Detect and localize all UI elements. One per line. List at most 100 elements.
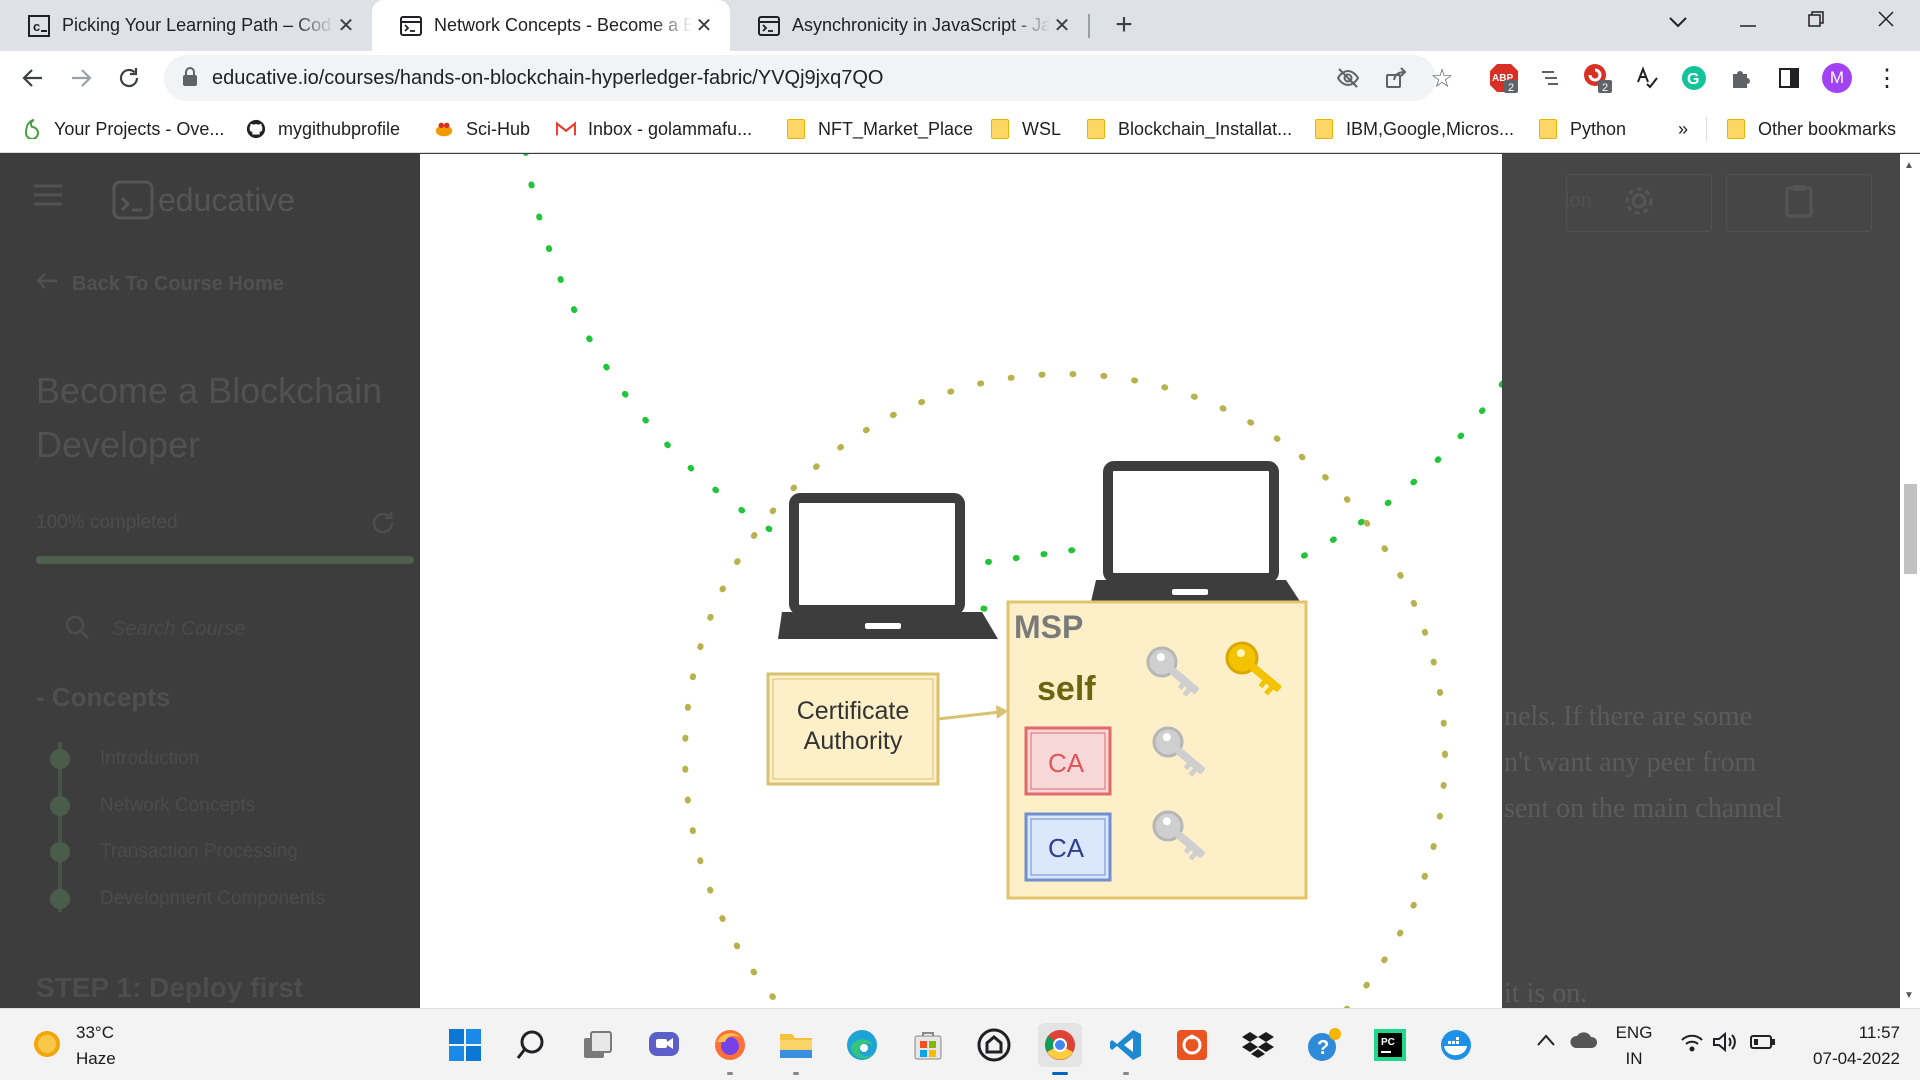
back-arrow-icon[interactable]: [14, 59, 52, 97]
close-tab-icon[interactable]: ✕: [334, 13, 358, 38]
windows-taskbar: 33°C Haze ? PC ENG IN 11:57 07-04-2022: [0, 1008, 1920, 1080]
settings-button[interactable]: [1566, 174, 1712, 232]
brand-name: educative: [158, 181, 295, 218]
address-bar[interactable]: educative.io/courses/hands-on-blockchain…: [164, 55, 1454, 101]
msp-label: MSP: [1014, 609, 1083, 645]
windows-start-icon[interactable]: [443, 1023, 487, 1067]
teams-chat-icon[interactable]: [642, 1023, 686, 1067]
github-desktop-icon[interactable]: [972, 1023, 1016, 1067]
section-title-concepts[interactable]: - Concepts: [36, 682, 170, 713]
extensions-puzzle-icon[interactable]: [1724, 61, 1758, 95]
course-title: Become a Blockchain Developer: [36, 364, 382, 472]
tab-list-icon[interactable]: [1533, 61, 1567, 95]
file-explorer-icon[interactable]: [774, 1023, 818, 1075]
scroll-up-arrow-icon[interactable]: ▲: [1904, 160, 1914, 171]
spellcheck-icon[interactable]: [1630, 61, 1664, 95]
bookmark-star-icon[interactable]: ☆: [1428, 64, 1456, 92]
docker-icon[interactable]: [1434, 1023, 1478, 1067]
dropbox-icon[interactable]: [1236, 1023, 1280, 1067]
wifi-icon[interactable]: [1680, 1033, 1704, 1058]
tab-picking-learning-path[interactable]: c Picking Your Learning Path – Cod ✕: [0, 0, 372, 51]
battery-icon[interactable]: [1750, 1034, 1776, 1055]
lesson-text-partial: nels. If there are some n't want any pee…: [1504, 694, 1782, 832]
weather-sun-icon[interactable]: [32, 1029, 62, 1064]
volume-icon[interactable]: [1712, 1031, 1738, 1058]
bookmark-folder-wsl[interactable]: WSL: [990, 105, 1061, 153]
chevron-up-icon[interactable]: [1536, 1033, 1556, 1052]
microsoft-store-icon[interactable]: [906, 1023, 950, 1067]
bookmarks-overflow-button[interactable]: »: [1678, 105, 1688, 153]
adblock-plus-icon[interactable]: ABP 2: [1487, 61, 1521, 95]
restore-button[interactable]: [1786, 0, 1846, 44]
onedrive-cloud-icon[interactable]: [1570, 1031, 1598, 1054]
hamburger-menu-icon[interactable]: [34, 184, 62, 211]
bookmark-label: NFT_Market_Place: [818, 118, 974, 139]
reset-progress-icon[interactable]: [370, 510, 396, 541]
edge-icon[interactable]: [840, 1023, 884, 1067]
language-region[interactable]: IN: [1612, 1049, 1656, 1069]
firefox-icon[interactable]: [708, 1023, 752, 1075]
search-placeholder: Search Course: [112, 618, 246, 640]
grammarly-icon[interactable]: G: [1677, 61, 1711, 95]
search-course-field[interactable]: Search Course: [64, 614, 245, 645]
weather-temperature[interactable]: 33°C: [76, 1023, 114, 1043]
eye-off-icon[interactable]: [1334, 64, 1362, 92]
sidebar-item-development-components[interactable]: Development Components: [50, 888, 325, 910]
forward-arrow-icon[interactable]: [62, 59, 100, 97]
sidebar-item-network-concepts[interactable]: Network Concepts: [50, 795, 255, 817]
folder-icon: [1314, 119, 1334, 139]
scroll-down-arrow-icon[interactable]: ▼: [1904, 990, 1914, 1001]
bookmark-folder-nft-market-place[interactable]: NFT_Market_Place: [786, 105, 973, 153]
bookmark-other-bookmarks[interactable]: Other bookmarks: [1726, 105, 1896, 153]
bookmark-your-projects[interactable]: Your Projects - Ove...: [22, 105, 224, 153]
clock-date[interactable]: 07-04-2022: [1780, 1049, 1900, 1069]
reload-icon[interactable]: [110, 59, 148, 97]
pycharm-icon[interactable]: PC: [1368, 1023, 1412, 1067]
course-title-line: Become a Blockchain: [36, 370, 383, 411]
close-tab-icon[interactable]: ✕: [692, 13, 716, 38]
bookmark-label: Python: [1570, 118, 1627, 139]
bookmark-mygithubprofile[interactable]: mygithubprofile: [246, 105, 400, 153]
sidebar-item-transaction-processing[interactable]: Transaction Processing: [50, 841, 298, 863]
task-view-icon[interactable]: [576, 1023, 620, 1067]
bookmark-folder-blockchain-installation[interactable]: Blockchain_Installat...: [1086, 105, 1292, 153]
ubuntu-icon[interactable]: [1170, 1023, 1214, 1067]
weather-condition[interactable]: Haze: [76, 1049, 116, 1069]
laptop-icon: [778, 493, 998, 639]
clock-time[interactable]: 11:57: [1780, 1023, 1900, 1043]
bookmark-sci-hub[interactable]: Sci-Hub: [434, 105, 530, 153]
chrome-icon[interactable]: [1038, 1023, 1082, 1075]
share-icon[interactable]: [1382, 64, 1410, 92]
url-text[interactable]: educative.io/courses/hands-on-blockchain…: [212, 67, 883, 90]
new-tab-button[interactable]: +: [1104, 6, 1144, 46]
tab-network-concepts[interactable]: Network Concepts - Become a Bl ✕: [372, 0, 730, 51]
running-indicator: [727, 1072, 733, 1075]
sidebar-item-introduction[interactable]: Introduction: [50, 748, 199, 770]
bookmark-folder-python[interactable]: Python: [1538, 105, 1626, 153]
bookmark-folder-ibm-google-microsoft[interactable]: IBM,Google,Micros...: [1314, 105, 1514, 153]
extension-red-icon[interactable]: 2: [1581, 61, 1615, 95]
profile-avatar[interactable]: M: [1820, 61, 1854, 95]
scrollbar-thumb[interactable]: [1904, 484, 1917, 574]
folder-icon: [1726, 119, 1746, 139]
menu-kebab-icon[interactable]: ⋮: [1870, 61, 1904, 95]
folder-icon: [1538, 119, 1558, 139]
bookmark-inbox[interactable]: Inbox - golammafu...: [556, 105, 752, 153]
section-title-step1[interactable]: STEP 1: Deploy first: [36, 972, 303, 1004]
back-to-course-link[interactable]: Back To Course Home: [36, 272, 284, 296]
search-icon[interactable]: [509, 1023, 553, 1067]
close-tab-icon[interactable]: ✕: [1050, 13, 1074, 38]
tab-search-chevron-icon[interactable]: [1648, 0, 1708, 44]
language-indicator[interactable]: ENG: [1612, 1023, 1656, 1043]
minimize-button[interactable]: [1718, 0, 1778, 44]
clipboard-button[interactable]: [1726, 174, 1872, 232]
lesson-label: Introduction: [100, 748, 200, 769]
get-help-icon[interactable]: ?: [1302, 1023, 1346, 1067]
educative-logo[interactable]: educative: [112, 180, 295, 220]
page-scrollbar[interactable]: ▲ ▼: [1900, 154, 1920, 1008]
close-window-button[interactable]: [1856, 0, 1916, 44]
vscode-icon[interactable]: [1104, 1023, 1148, 1075]
lock-icon[interactable]: [182, 67, 198, 92]
side-panel-icon[interactable]: [1772, 61, 1806, 95]
tab-asynchronicity-js[interactable]: Asynchronicity in JavaScript - Jav ✕: [730, 0, 1088, 51]
